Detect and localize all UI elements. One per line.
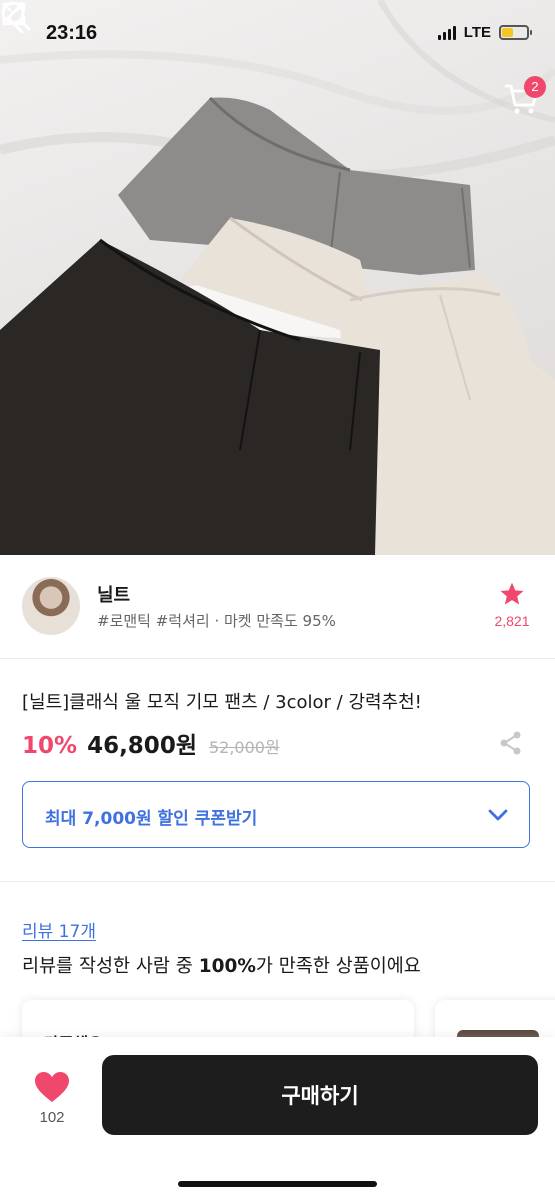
review-count-link[interactable]: 리뷰 17개 bbox=[22, 917, 96, 942]
share-icon[interactable] bbox=[498, 730, 524, 756]
seller-row[interactable]: 닐트 #로맨틱 #럭셔리 · 마켓 만족도 95% 2,821 bbox=[0, 555, 555, 659]
home-indicator bbox=[178, 1181, 377, 1187]
sale-price: 46,800원 bbox=[87, 733, 197, 759]
cart-count-badge: 2 bbox=[524, 76, 546, 98]
seller-avatar[interactable] bbox=[22, 577, 80, 635]
status-time: 23:16 bbox=[46, 22, 98, 44]
battery-level bbox=[502, 28, 513, 37]
original-price: 52,000원 bbox=[208, 738, 280, 757]
network-type: LTE bbox=[463, 24, 491, 41]
product-photo bbox=[0, 0, 555, 555]
favorite-count: 2,821 bbox=[494, 613, 530, 629]
section-divider bbox=[0, 881, 555, 882]
cart-button[interactable]: 2 bbox=[504, 76, 546, 116]
product-title: [닐트]클래식 울 모직 기모 팬츠 / 3color / 강력추천! bbox=[22, 692, 422, 713]
discount-rate: 10% bbox=[22, 733, 78, 759]
status-bar: 23:16 LTE bbox=[0, 0, 555, 70]
chevron-down-icon bbox=[488, 809, 508, 821]
like-button[interactable]: 102 bbox=[30, 1071, 74, 1126]
star-icon bbox=[500, 582, 524, 605]
review-summary-suffix: 가 만족한 상품이에요 bbox=[255, 956, 421, 977]
product-image[interactable]: 23:16 LTE 2 bbox=[0, 0, 555, 555]
review-satisfaction-rate: 100% bbox=[198, 956, 256, 977]
seller-name[interactable]: 닐트 bbox=[97, 581, 130, 607]
review-summary: 리뷰를 작성한 사람 중 100%가 만족한 상품이에요 bbox=[22, 952, 421, 978]
buy-button[interactable]: 구매하기 bbox=[102, 1055, 538, 1135]
heart-icon bbox=[35, 1072, 69, 1102]
review-summary-prefix: 리뷰를 작성한 사람 중 bbox=[22, 956, 199, 977]
like-count: 102 bbox=[39, 1109, 65, 1126]
signal-icon bbox=[437, 25, 456, 40]
seller-favorite-button[interactable]: 2,821 bbox=[490, 581, 534, 629]
coupon-label: 최대 7,000원 할인 쿠폰받기 bbox=[45, 809, 258, 829]
expand-icon[interactable] bbox=[0, 0, 28, 28]
price-row: 10% 46,800원 52,000원 bbox=[22, 726, 280, 760]
coupon-button[interactable]: 최대 7,000원 할인 쿠폰받기 bbox=[22, 781, 530, 848]
battery-icon bbox=[499, 25, 532, 40]
bottom-action-bar: 102 구매하기 bbox=[0, 1037, 555, 1200]
status-indicators: LTE bbox=[437, 24, 532, 41]
seller-tags: #로맨틱 #럭셔리 · 마켓 만족도 95% bbox=[97, 612, 336, 630]
